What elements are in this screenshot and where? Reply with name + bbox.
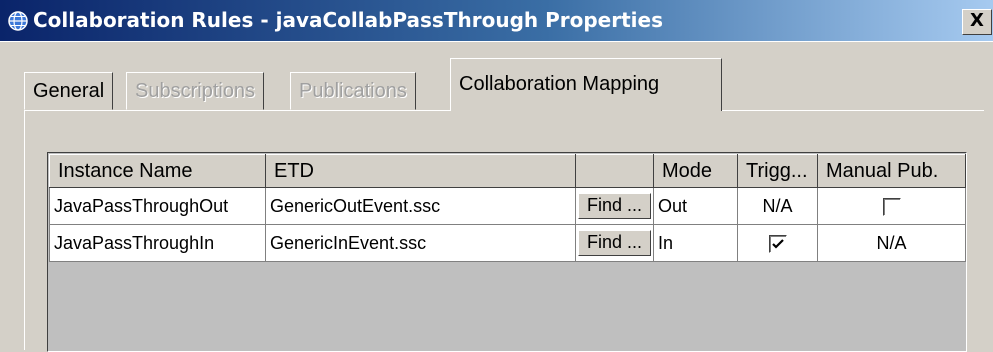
etd-cell[interactable]: GenericInEvent.ssc (265, 224, 576, 262)
trigger-cell (737, 224, 818, 262)
find-button[interactable]: Find ... (578, 193, 651, 219)
instance-name-cell[interactable]: JavaPassThroughOut (49, 187, 266, 225)
mapping-table: Instance Name ETD Mode Trigg... Manual P… (49, 154, 966, 262)
etd-cell[interactable]: GenericOutEvent.ssc (265, 187, 576, 225)
column-header-etd[interactable]: ETD (265, 154, 576, 188)
globe-icon (8, 11, 28, 31)
column-header-mode[interactable]: Mode (653, 154, 738, 188)
checkmark-icon (771, 238, 784, 249)
column-header-find[interactable] (575, 154, 654, 188)
title-bar[interactable]: Collaboration Rules - javaCollabPassThro… (0, 0, 993, 42)
trigger-checkbox[interactable] (768, 234, 787, 253)
manual-pub-cell (817, 187, 966, 225)
tab-subscriptions: Subscriptions (126, 72, 265, 110)
trigger-cell: N/A (737, 187, 818, 225)
tab-collaboration-mapping[interactable]: Collaboration Mapping (450, 58, 722, 111)
properties-dialog: Collaboration Rules - javaCollabPassThro… (0, 0, 993, 352)
mode-cell[interactable]: Out (653, 187, 738, 225)
tab-publications: Publications (290, 72, 416, 110)
find-cell: Find ... (575, 224, 654, 262)
find-cell: Find ... (575, 187, 654, 225)
table-row[interactable]: JavaPassThroughIn GenericInEvent.ssc Fin… (49, 224, 966, 262)
find-button[interactable]: Find ... (578, 230, 651, 256)
table-header-row: Instance Name ETD Mode Trigg... Manual P… (49, 154, 966, 188)
instance-name-cell[interactable]: JavaPassThroughIn (49, 224, 266, 262)
tab-strip: General Subscriptions Publications Colla… (24, 58, 984, 111)
table-row[interactable]: JavaPassThroughOut GenericOutEvent.ssc F… (49, 187, 966, 225)
mapping-table-container[interactable]: Instance Name ETD Mode Trigg... Manual P… (47, 152, 967, 352)
close-button[interactable]: X (962, 9, 992, 35)
window-title: Collaboration Rules - javaCollabPassThro… (33, 8, 663, 32)
mode-cell[interactable]: In (653, 224, 738, 262)
column-header-manual-pub[interactable]: Manual Pub. (817, 154, 966, 188)
manual-pub-checkbox[interactable] (882, 197, 901, 216)
column-header-instance-name[interactable]: Instance Name (49, 154, 266, 188)
manual-pub-cell: N/A (817, 224, 966, 262)
tab-general[interactable]: General (24, 72, 114, 110)
column-header-trigger[interactable]: Trigg... (737, 154, 818, 188)
